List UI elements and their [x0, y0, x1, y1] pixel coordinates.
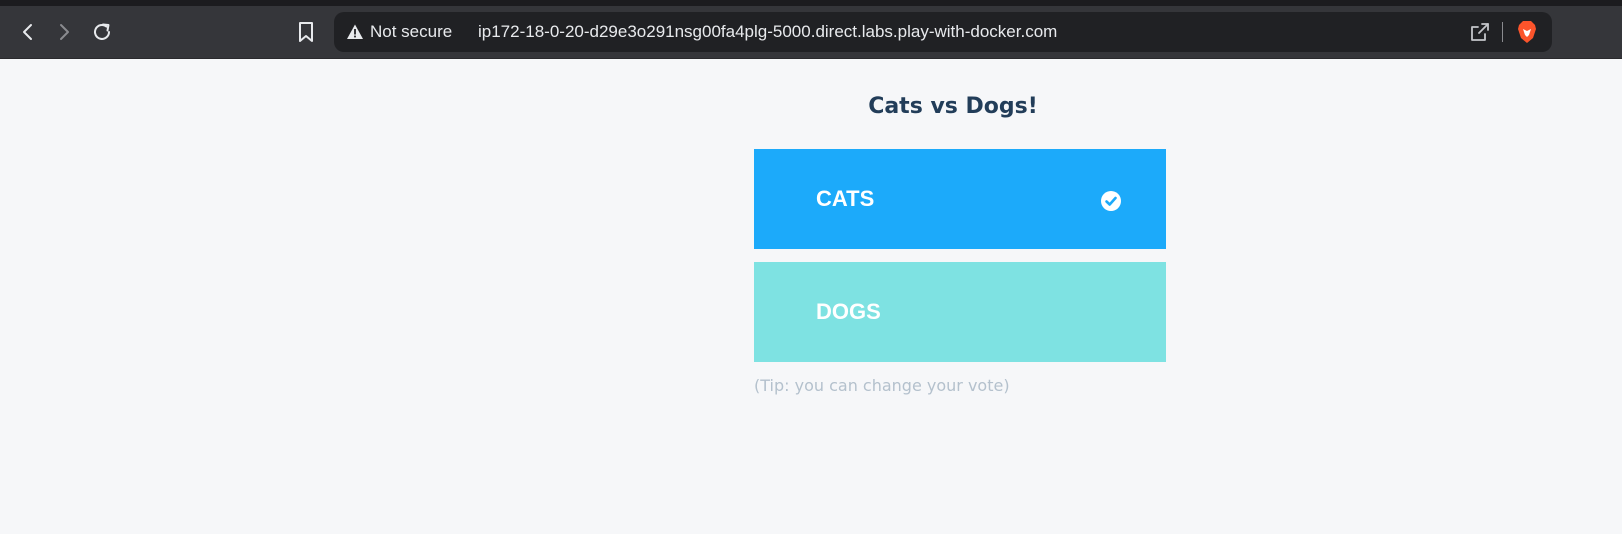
browser-toolbar: Not secure ip172-18-0-20-d29e3o291nsg00f… — [0, 6, 1622, 59]
url-text[interactable]: ip172-18-0-20-d29e3o291nsg00fa4plg-5000.… — [478, 12, 1057, 52]
vote-tip: (Tip: you can change your vote) — [754, 376, 1010, 395]
security-indicator[interactable]: Not secure — [346, 12, 452, 52]
page-title: Cats vs Dogs! — [868, 94, 1038, 119]
bookmark-button[interactable] — [290, 16, 322, 48]
bookmark-icon — [299, 22, 313, 42]
brave-shield-icon[interactable] — [1514, 19, 1540, 45]
vote-cats-label: CATS — [816, 186, 875, 211]
forward-icon — [60, 24, 69, 40]
security-label: Not secure — [370, 22, 453, 41]
back-icon — [23, 24, 32, 40]
address-bar-divider — [1502, 22, 1503, 42]
forward-button[interactable] — [48, 16, 80, 48]
share-icon[interactable] — [1468, 20, 1492, 44]
vote-dogs-label: DOGS — [816, 299, 881, 324]
check-circle-icon — [1101, 191, 1121, 211]
address-bar[interactable]: Not secure ip172-18-0-20-d29e3o291nsg00f… — [334, 12, 1552, 52]
reload-button[interactable] — [86, 16, 118, 48]
warning-icon — [347, 24, 363, 39]
vote-dogs-button[interactable]: DOGS — [754, 262, 1166, 362]
vote-cats-button[interactable]: CATS — [754, 149, 1166, 249]
reload-icon — [94, 23, 110, 40]
back-button[interactable] — [12, 16, 44, 48]
